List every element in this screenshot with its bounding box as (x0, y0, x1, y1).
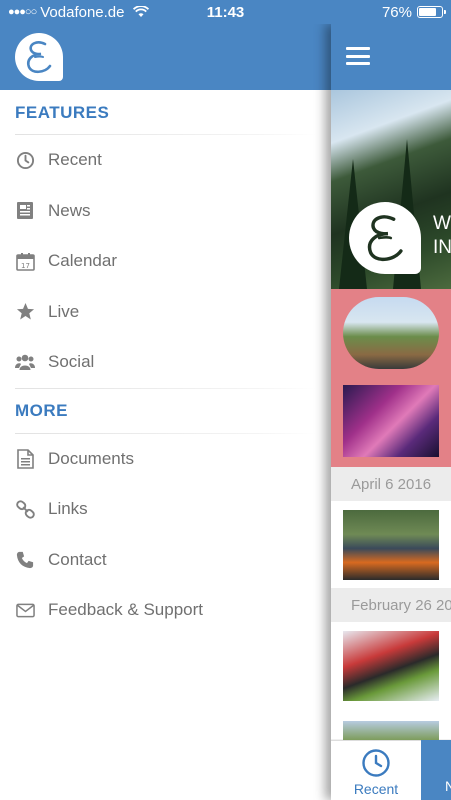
list-item[interactable] (331, 709, 451, 741)
thumbnail-image (343, 631, 439, 701)
list-item[interactable] (331, 501, 451, 588)
calendar-icon: 17 (15, 251, 35, 271)
tab-bar: Recent N (331, 740, 451, 800)
main-panel: W IN April 6 2016 February 26 20 Recent … (331, 24, 451, 800)
menu-item-links[interactable]: Links (0, 484, 331, 535)
tab-recent[interactable]: Recent (331, 740, 421, 800)
battery-percent: 76% (381, 3, 412, 21)
navigation-drawer: FEATURES Recent News 17 Calendar Live So… (0, 24, 331, 800)
main-header (331, 24, 451, 90)
signal-strength-icon: ●●●○○ (8, 6, 37, 18)
menu-label: Links (48, 499, 88, 519)
featured-section (331, 289, 451, 467)
tab-label: N (445, 778, 451, 794)
list-item[interactable] (331, 622, 451, 709)
hero-logo (349, 202, 421, 274)
app-logo[interactable] (15, 33, 63, 81)
menu-item-contact[interactable]: Contact (0, 535, 331, 586)
hamburger-menu-icon[interactable] (346, 47, 370, 65)
more-section: MORE Documents Links Contact Feedback & (0, 387, 331, 636)
status-left: ●●●○○ Vodafone.de (8, 4, 188, 21)
svg-text:17: 17 (21, 262, 30, 270)
thumbnail-image (343, 721, 439, 741)
menu-label: Contact (48, 549, 107, 569)
menu-label: Calendar (48, 251, 117, 271)
people-icon (15, 352, 35, 372)
menu-item-social[interactable]: Social (0, 337, 331, 388)
battery-icon (417, 6, 446, 18)
battery-level (419, 8, 436, 16)
menu-item-calendar[interactable]: 17 Calendar (0, 236, 331, 287)
drawer-header (0, 24, 331, 90)
status-bar: ●●●○○ Vodafone.de 11:43 76% (0, 0, 451, 24)
tab-label: Recent (353, 781, 399, 797)
section-title-features: FEATURES (15, 103, 110, 122)
menu-item-news[interactable]: News (0, 186, 331, 237)
menu-item-live[interactable]: Live (0, 287, 331, 338)
features-section: FEATURES Recent News 17 Calendar Live So… (0, 90, 331, 388)
section-title-more: MORE (15, 400, 68, 420)
menu-item-feedback-support[interactable]: Feedback & Support (0, 585, 331, 636)
document-icon (15, 448, 35, 469)
e-script-logo-icon (367, 215, 403, 262)
hero-text-line: W (433, 213, 451, 234)
featured-image-landscape[interactable] (343, 297, 439, 369)
thumbnail-image (343, 510, 439, 580)
wifi-icon (132, 6, 149, 17)
menu-label: Live (48, 301, 80, 321)
menu-label: Feedback & Support (48, 600, 203, 620)
newspaper-icon (15, 201, 35, 221)
phone-icon (15, 550, 35, 570)
clock-icon (362, 749, 390, 777)
featured-image-concert[interactable] (343, 385, 439, 457)
menu-label: Social (48, 352, 95, 372)
menu-item-recent[interactable]: Recent (0, 135, 331, 186)
mail-icon (15, 600, 35, 620)
hero-text-line: IN (433, 237, 451, 258)
tab-next[interactable]: N (421, 740, 451, 800)
e-script-logo-icon (27, 41, 52, 74)
clock-icon (15, 150, 35, 170)
hero-banner[interactable]: W IN (331, 90, 451, 289)
menu-label: Recent (48, 150, 102, 170)
hero-text: W IN (433, 212, 451, 260)
menu-label: Documents (48, 448, 134, 468)
link-icon (15, 499, 35, 519)
menu-label: News (48, 200, 91, 220)
date-header: April 6 2016 (331, 467, 451, 501)
star-icon (15, 302, 35, 322)
date-header: February 26 20 (331, 588, 451, 622)
menu-item-documents[interactable]: Documents (0, 434, 331, 485)
status-right: 76% (381, 3, 446, 21)
carrier-name: Vodafone.de (40, 3, 125, 21)
